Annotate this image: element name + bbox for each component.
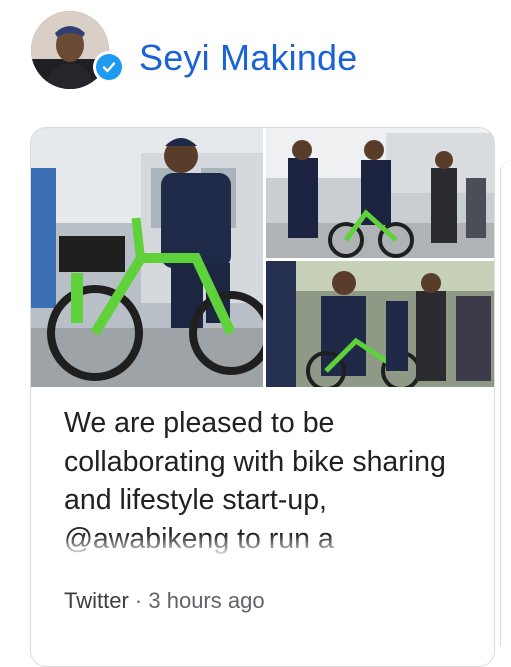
photo-group-riding[interactable] — [266, 128, 494, 258]
timestamp: 3 hours ago — [148, 588, 265, 613]
verified-check-icon — [93, 51, 125, 83]
source-label: Twitter — [64, 588, 129, 613]
text-fade — [64, 534, 474, 558]
author-name[interactable]: Seyi Makinde — [139, 37, 358, 79]
next-card-edge — [500, 160, 511, 646]
photo-main-green-bike[interactable] — [31, 128, 263, 387]
meta-separator: · — [134, 588, 143, 613]
tweet-text-container[interactable]: We are pleased to be collaborating with … — [64, 404, 474, 558]
tweet-header: Seyi Makinde — [0, 0, 511, 120]
tweet-meta: Twitter · 3 hours ago — [64, 588, 265, 614]
photo-grid[interactable] — [31, 128, 494, 388]
tweet-card[interactable]: We are pleased to be collaborating with … — [30, 127, 495, 667]
photo-crowd-bikes[interactable] — [266, 261, 494, 387]
